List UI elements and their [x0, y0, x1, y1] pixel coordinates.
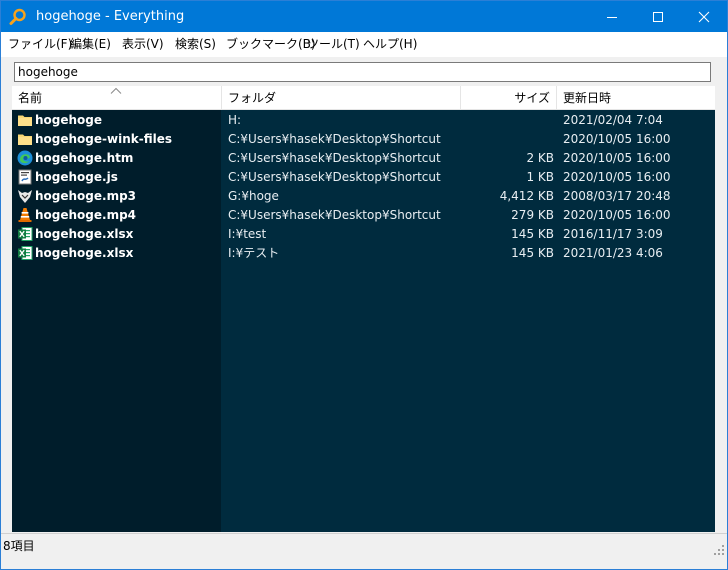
column-header-date[interactable]: 更新日時 — [557, 86, 715, 110]
table-row[interactable]: hogehoge.xlsx I:¥test 145 KB 2016/11/17 … — [12, 225, 715, 244]
item-count: 8項目 — [3, 539, 35, 553]
excel-icon — [17, 245, 33, 261]
close-button[interactable] — [681, 1, 727, 32]
column-header-name-label: 名前 — [18, 91, 43, 105]
file-date: 2020/10/05 16:00 — [563, 170, 671, 184]
file-name: hogehoge.xlsx — [35, 227, 134, 241]
file-date: 2021/01/23 4:06 — [563, 246, 663, 260]
table-row[interactable]: hogehoge.mp3 G:¥hoge 4,412 KB 2008/03/17… — [12, 187, 715, 206]
file-size: 4,412 KB — [499, 189, 554, 203]
menu-edit[interactable]: 編集(E) — [70, 35, 111, 53]
file-folder: H: — [228, 113, 242, 127]
file-date: 2020/10/05 16:00 — [563, 132, 671, 146]
table-row[interactable]: hogehoge-wink-files C:¥Users¥hasek¥Deskt… — [12, 130, 715, 149]
file-size: 145 KB — [511, 227, 554, 241]
table-row[interactable]: hogehoge.htm C:¥Users¥hasek¥Desktop¥Shor… — [12, 149, 715, 168]
column-header-folder[interactable]: フォルダ — [222, 86, 461, 110]
file-name: hogehoge-wink-files — [35, 132, 173, 146]
script-icon — [17, 169, 33, 185]
file-name: hogehoge.mp3 — [35, 189, 137, 203]
column-header-size-label: サイズ — [514, 91, 550, 105]
edge-icon — [17, 150, 33, 166]
file-size: 1 KB — [526, 170, 554, 184]
search-input[interactable] — [14, 62, 711, 82]
file-name: hogehoge.js — [35, 170, 118, 184]
menu-help[interactable]: ヘルプ(H) — [363, 35, 417, 53]
resize-grip-icon[interactable] — [713, 544, 725, 556]
table-row[interactable]: hogehoge.xlsx I:¥テスト 145 KB 2021/01/23 4… — [12, 244, 715, 263]
menu-search[interactable]: 検索(S) — [175, 35, 216, 53]
file-size: 279 KB — [511, 208, 554, 222]
file-date: 2021/02/04 7:04 — [563, 113, 663, 127]
file-date: 2020/10/05 16:00 — [563, 208, 671, 222]
folder-icon — [17, 112, 33, 128]
minimize-icon — [607, 16, 617, 18]
sort-ascending-icon — [110, 87, 122, 94]
everything-window: hogehoge - Everything ファイル(F) 編集(E) 表示(V… — [0, 0, 728, 570]
column-header-date-label: 更新日時 — [563, 91, 612, 105]
file-size: 2 KB — [526, 151, 554, 165]
file-folder: G:¥hoge — [228, 189, 279, 203]
maximize-button[interactable] — [635, 1, 681, 32]
menu-bookmarks[interactable]: ブックマーク(B) — [226, 35, 316, 53]
file-folder: C:¥Users¥hasek¥Desktop¥Shortcut — [228, 170, 441, 184]
title-bar[interactable]: hogehoge - Everything — [1, 1, 727, 32]
menu-file[interactable]: ファイル(F) — [8, 35, 72, 53]
file-folder: C:¥Users¥hasek¥Desktop¥Shortcut — [228, 151, 441, 165]
window-title: hogehoge - Everything — [36, 9, 185, 24]
column-header: 名前 フォルダ サイズ 更新日時 — [12, 86, 715, 110]
results-list[interactable]: 名前 フォルダ サイズ 更新日時 hogehoge H: 2021/02/04 … — [12, 86, 715, 532]
result-rows: hogehoge H: 2021/02/04 7:04 hogehoge-win… — [12, 111, 715, 263]
file-date: 2016/11/17 3:09 — [563, 227, 663, 241]
file-folder: I:¥test — [228, 227, 267, 241]
maximize-icon — [653, 11, 663, 22]
file-folder: I:¥テスト — [228, 246, 280, 260]
menu-view[interactable]: 表示(V) — [122, 35, 164, 53]
file-date: 2008/03/17 20:48 — [563, 189, 671, 203]
folder-icon — [17, 131, 33, 147]
file-size: 145 KB — [511, 246, 554, 260]
column-header-name[interactable]: 名前 — [12, 86, 222, 110]
column-header-size[interactable]: サイズ — [461, 86, 557, 110]
menu-tools[interactable]: ツール(T) — [307, 35, 360, 53]
file-name: hogehoge.xlsx — [35, 246, 134, 260]
menu-bar: ファイル(F) 編集(E) 表示(V) 検索(S) ブックマーク(B) ツール(… — [1, 32, 727, 57]
file-name: hogehoge — [35, 113, 103, 127]
audio-player-icon — [17, 188, 33, 204]
file-date: 2020/10/05 16:00 — [563, 151, 671, 165]
file-name: hogehoge.mp4 — [35, 208, 137, 222]
file-folder: C:¥Users¥hasek¥Desktop¥Shortcut — [228, 132, 441, 146]
file-folder: C:¥Users¥hasek¥Desktop¥Shortcut — [228, 208, 441, 222]
file-name: hogehoge.htm — [35, 151, 134, 165]
vlc-cone-icon — [17, 207, 33, 223]
table-row[interactable]: hogehoge.js C:¥Users¥hasek¥Desktop¥Short… — [12, 168, 715, 187]
minimize-button[interactable] — [589, 1, 635, 32]
file-size — [461, 111, 554, 130]
column-header-folder-label: フォルダ — [228, 91, 277, 105]
status-bar: 8項目 — [1, 533, 727, 558]
magnifier-icon — [9, 8, 27, 26]
file-size — [461, 130, 554, 149]
table-row[interactable]: hogehoge H: 2021/02/04 7:04 — [12, 111, 715, 130]
table-row[interactable]: hogehoge.mp4 C:¥Users¥hasek¥Desktop¥Shor… — [12, 206, 715, 225]
close-icon — [698, 11, 710, 22]
excel-icon — [17, 226, 33, 242]
